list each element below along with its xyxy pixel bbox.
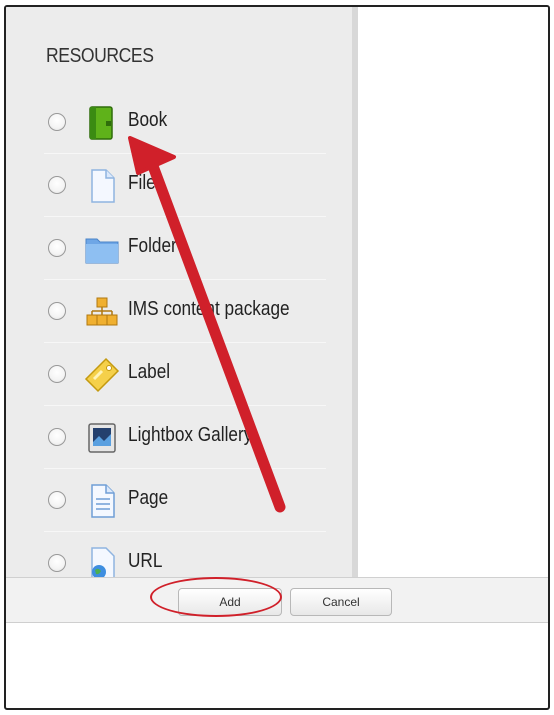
resource-item-page[interactable]: Page (44, 469, 326, 532)
resource-label: Folder (128, 235, 177, 257)
radio-button[interactable] (48, 428, 66, 446)
resource-label: Book (128, 109, 168, 131)
resource-label: URL (128, 550, 163, 572)
cancel-button[interactable]: Cancel (290, 588, 392, 616)
resource-item-folder[interactable]: Folder (44, 217, 326, 280)
radio-button[interactable] (48, 365, 66, 383)
radio-button[interactable] (48, 176, 66, 194)
folder-icon (85, 238, 119, 264)
resource-item-ims-content-package[interactable]: IMS content package (44, 280, 326, 343)
resource-label: IMS content package (128, 298, 290, 320)
resource-label: File (128, 172, 156, 194)
radio-button[interactable] (48, 554, 66, 572)
resource-list: Book File Folder IMS content package Lab… (6, 91, 326, 595)
radio-button[interactable] (48, 302, 66, 320)
resource-item-lightbox-gallery[interactable]: Lightbox Gallery (44, 406, 326, 469)
resource-label: Label (128, 361, 171, 383)
description-panel (358, 7, 548, 577)
resource-item-book[interactable]: Book (44, 91, 326, 154)
radio-button[interactable] (48, 113, 66, 131)
radio-button[interactable] (48, 491, 66, 509)
resource-list-panel: RESOURCES Book File Folder IMS content p… (6, 7, 358, 595)
file-icon (91, 169, 115, 203)
radio-button[interactable] (48, 239, 66, 257)
activity-chooser-dialog: RESOURCES Book File Folder IMS content p… (4, 5, 550, 710)
section-title: RESOURCES (46, 45, 154, 67)
resource-item-label[interactable]: Label (44, 343, 326, 406)
dialog-footer: Add Cancel (6, 577, 548, 623)
resource-label: Page (128, 487, 169, 509)
resource-item-file[interactable]: File (44, 154, 326, 217)
ims-package-icon (86, 297, 118, 326)
book-icon (89, 106, 113, 140)
add-button[interactable]: Add (178, 588, 282, 616)
page-icon (91, 484, 115, 518)
resource-label: Lightbox Gallery (128, 424, 253, 446)
lightbox-gallery-icon (88, 423, 116, 453)
label-tag-icon (84, 357, 120, 393)
